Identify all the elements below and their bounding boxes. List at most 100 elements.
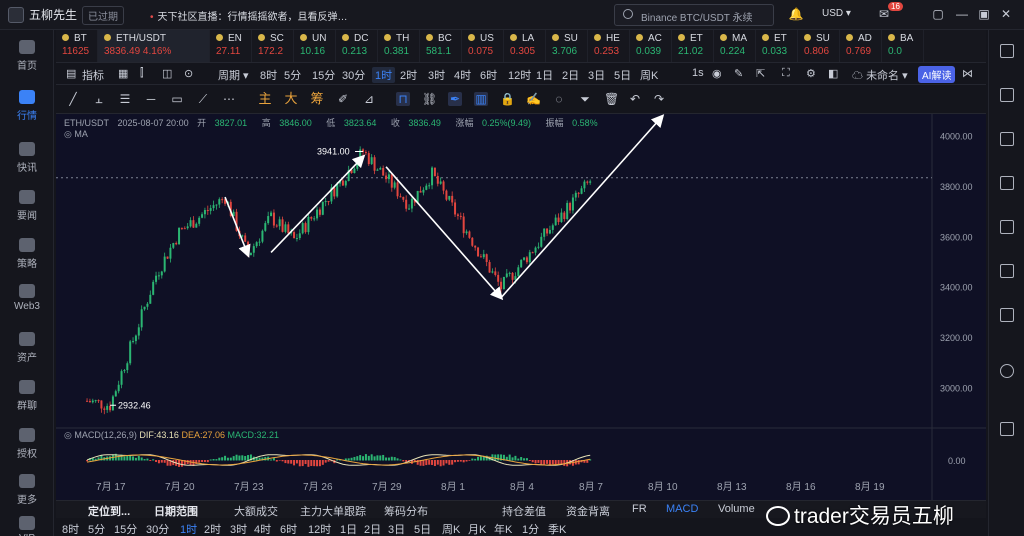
eye-icon[interactable]: ◎	[64, 430, 72, 440]
filter-icon[interactable]: ⏷	[578, 92, 592, 106]
eye-icon[interactable]: ◎	[64, 129, 72, 139]
timeframe-button[interactable]: 5日	[614, 67, 631, 83]
sidebar-item-9[interactable]: 更多	[0, 474, 54, 506]
trash-icon[interactable]: 🗑	[604, 92, 619, 106]
currency-select[interactable]: USD ▾	[822, 8, 851, 19]
trendline-icon[interactable]: ╱	[66, 92, 80, 106]
history-icon[interactable]	[1000, 422, 1014, 436]
ticker-2[interactable]: EN 27.11	[210, 30, 252, 62]
main-force-tool[interactable]: 主	[258, 92, 272, 106]
bottom-timeframe-button[interactable]: 5日	[414, 521, 431, 536]
ticker-4[interactable]: UN 10.16	[294, 30, 336, 62]
bell-icon[interactable]: 🔔	[788, 7, 804, 21]
app-brand[interactable]: 五柳先生	[8, 6, 77, 23]
price-chart[interactable]: 4000.00 3800.00 3600.00 3400.00 3200.00 3000.…	[56, 114, 986, 500]
notes-icon[interactable]	[1000, 308, 1014, 322]
ai-explain-button[interactable]: AI解读	[918, 66, 956, 83]
timeframe-button[interactable]: 4时	[454, 67, 471, 83]
calendar-icon[interactable]: ▦	[118, 67, 128, 80]
timeframe-button[interactable]: 5分	[284, 67, 301, 83]
ticker-3[interactable]: SC 172.2	[252, 30, 294, 62]
timeframe-button[interactable]: 3时	[428, 67, 445, 83]
chart-area[interactable]: 4000.00 3800.00 3600.00 3400.00 3200.00 3000.…	[56, 114, 986, 500]
trend-arrow-up-2[interactable]	[500, 114, 665, 299]
timeframe-button[interactable]: 1时	[372, 67, 396, 83]
bottom-timeframe-button[interactable]: 8时	[62, 521, 79, 536]
sidebar-item-8[interactable]: 授权	[0, 428, 54, 460]
timeframe-button[interactable]: 6时	[480, 67, 497, 83]
ticker-0[interactable]: BT 11625	[56, 30, 98, 62]
bottom-tab[interactable]: FR	[632, 503, 647, 515]
trend-arrow-down-1[interactable]	[224, 196, 251, 258]
bottom-timeframe-button[interactable]: 5分	[88, 521, 105, 536]
sidebar-item-1[interactable]: 行情	[0, 90, 54, 122]
bottom-tab[interactable]: 主力大单跟踪	[300, 503, 366, 519]
bottom-timeframe-button[interactable]: 6时	[280, 521, 297, 536]
bottom-timeframe-button[interactable]: 1时	[180, 521, 197, 536]
calculator-icon[interactable]	[1000, 264, 1014, 278]
timeframe-button[interactable]: 15分	[312, 67, 335, 83]
bottom-timeframe-button[interactable]: 15分	[114, 521, 137, 536]
depth-icon[interactable]	[1000, 132, 1014, 146]
horizontal-ray-icon[interactable]: ⫠	[92, 92, 106, 106]
indicator-icon[interactable]: ▤	[66, 67, 76, 80]
ticker-1[interactable]: ETH/USDT 3836.49 4.16%	[98, 30, 210, 62]
magnet-icon[interactable]: ⊓	[396, 92, 410, 106]
fullscreen-icon[interactable]: ⛶	[782, 67, 790, 80]
seconds-button[interactable]: 1s	[692, 67, 704, 79]
trend-arrow-up-1[interactable]	[270, 154, 366, 253]
bottom-tab[interactable]: 日期范围	[154, 503, 198, 519]
brush-icon[interactable]: ⟋	[196, 92, 210, 106]
ma-legend[interactable]: ◎ MA	[64, 129, 88, 140]
horizontal-line-icon[interactable]: ─	[144, 92, 158, 106]
bottom-tab[interactable]: 持仓差值	[502, 503, 546, 519]
indicator-button[interactable]: 指标	[82, 67, 104, 83]
timeframe-button[interactable]: 2时	[400, 67, 417, 83]
window-restore-icon[interactable]: ▢	[930, 7, 946, 21]
trend-icon[interactable]	[1000, 176, 1014, 190]
timeframe-button[interactable]: 周K	[640, 67, 658, 83]
close-icon[interactable]: ✕	[998, 7, 1014, 21]
timeframe-button[interactable]: 30分	[342, 67, 365, 83]
bottom-timeframe-button[interactable]: 1分	[522, 521, 539, 536]
ruler-icon[interactable]: ⊿	[362, 92, 376, 106]
ticker-7[interactable]: BC 581.1	[420, 30, 462, 62]
template-icon[interactable]: ◧	[828, 67, 838, 80]
lock-icon[interactable]: 🔒	[500, 92, 515, 106]
ticker-18[interactable]: BA 0.0	[882, 30, 924, 62]
large-order-tool[interactable]: 大	[284, 92, 298, 106]
orderbook-icon[interactable]	[1000, 88, 1014, 102]
ticker-8[interactable]: US 0.075	[462, 30, 504, 62]
ticker-15[interactable]: ET 0.033	[756, 30, 798, 62]
macd-legend[interactable]: ◎ MACD(12,26,9) DIF:43.16 DEA:27.06 MACD…	[64, 430, 279, 441]
sidebar-item-2[interactable]: 快讯	[0, 142, 54, 174]
bottom-timeframe-button[interactable]: 月K	[468, 521, 486, 536]
ticker-12[interactable]: AC 0.039	[630, 30, 672, 62]
expired-badge[interactable]: 已过期	[82, 6, 124, 25]
news-ticker[interactable]: • 天下社区直播：行情摇摇欲者，且看反弹…	[150, 8, 348, 23]
search-input[interactable]: Binance BTC/USDT 永续	[614, 4, 774, 26]
sidebar-item-3[interactable]: 要闻	[0, 190, 54, 222]
bottom-tab[interactable]: Volume	[718, 503, 755, 515]
bars-mode-icon[interactable]: ▥	[474, 92, 488, 106]
parallel-channel-icon[interactable]: ☰	[118, 92, 132, 106]
bottom-tab[interactable]: 资金背离	[566, 503, 610, 519]
bottom-timeframe-button[interactable]: 12时	[308, 521, 331, 536]
bottom-tab[interactable]: 大额成交	[234, 503, 278, 519]
pencil-icon[interactable]: ✎	[734, 67, 743, 80]
rectangle-icon[interactable]: ▭	[170, 92, 184, 106]
bottom-timeframe-button[interactable]: 2日	[364, 521, 381, 536]
timeframe-button[interactable]: 1日	[536, 67, 553, 83]
sidebar-item-4[interactable]: 策略	[0, 238, 54, 270]
timeframe-button[interactable]: 3日	[588, 67, 605, 83]
bottom-timeframe-button[interactable]: 3日	[388, 521, 405, 536]
bottom-timeframe-button[interactable]: 4时	[254, 521, 271, 536]
ticker-13[interactable]: ET 21.02	[672, 30, 714, 62]
ticker-9[interactable]: LA 0.305	[504, 30, 546, 62]
watchlist-icon[interactable]	[1000, 44, 1014, 58]
ticker-10[interactable]: SU 3.706	[546, 30, 588, 62]
hide-icon[interactable]: ◌	[552, 92, 566, 106]
sidebar-item-6[interactable]: 资产	[0, 332, 54, 364]
sidebar-item-5[interactable]: Web3	[0, 284, 54, 312]
edit-icon[interactable]: ✐	[336, 92, 350, 106]
